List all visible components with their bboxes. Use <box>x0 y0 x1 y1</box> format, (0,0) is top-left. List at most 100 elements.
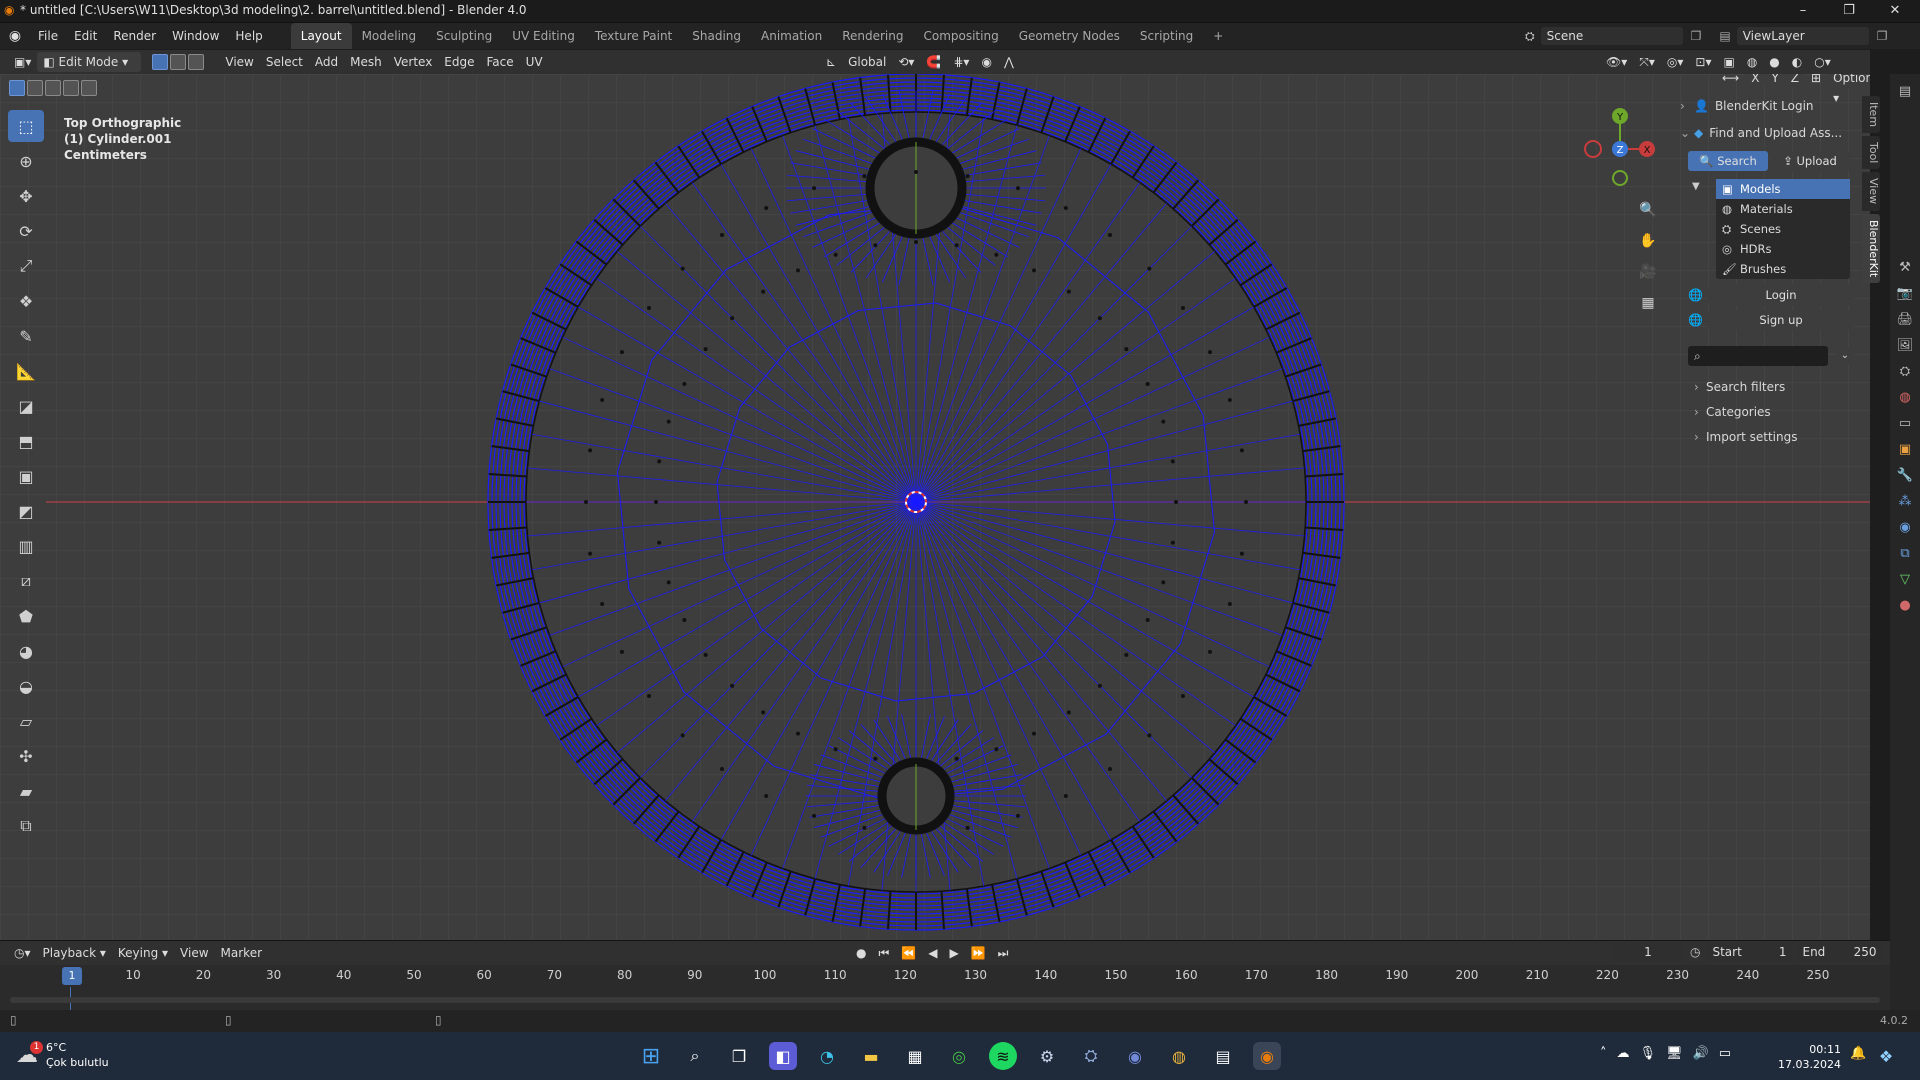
current-frame-field[interactable]: 1 <box>1612 943 1684 961</box>
rotate-tool-icon[interactable]: ⟳ <box>8 215 44 247</box>
cursor-tool-icon[interactable]: ⊕ <box>8 145 44 177</box>
jump-end-icon[interactable]: ⏭ <box>992 943 1015 963</box>
file-explorer-icon[interactable]: ▬ <box>857 1042 885 1070</box>
asset-type-models[interactable]: ▣ Models <box>1716 179 1850 199</box>
tab-view[interactable]: View <box>1862 172 1880 211</box>
scale-tool-icon[interactable]: ⤢ <box>8 250 44 282</box>
tab-layout[interactable]: Layout <box>290 23 352 49</box>
rendered-shading-icon[interactable]: ○▾ <box>1808 52 1837 72</box>
maximize-button[interactable]: ❐ <box>1826 0 1872 22</box>
microphone-icon[interactable]: 🎙 <box>1640 1046 1657 1061</box>
end-frame-field[interactable]: End 250 <box>1796 943 1883 961</box>
menu-face[interactable]: Face <box>481 52 520 72</box>
tab-uv-editing[interactable]: UV Editing <box>502 23 585 49</box>
visibility-icon[interactable]: 👁▾ <box>1600 52 1633 72</box>
3d-viewport[interactable]: ⟷ X Y Z ⊞ Options ▾ Top Orthographic (1)… <box>0 74 1870 940</box>
inset-tool-icon[interactable]: ▣ <box>8 460 44 492</box>
vertex-select-button[interactable] <box>152 54 169 70</box>
blender-menu-icon[interactable]: ◉ <box>0 28 30 44</box>
timeline-editor-type-icon[interactable]: ◷▾ <box>8 943 37 963</box>
close-button[interactable]: ✕ <box>1872 0 1918 22</box>
minimize-button[interactable]: – <box>1780 0 1826 22</box>
copilot-icon[interactable]: ❖ <box>1872 1042 1900 1070</box>
search-tab-button[interactable]: 🔍 Search <box>1688 151 1768 171</box>
poly-build-tool-icon[interactable]: ⬟ <box>8 600 44 632</box>
play-icon[interactable]: ▶ <box>943 943 964 963</box>
tab-rendering[interactable]: Rendering <box>832 23 913 49</box>
render-properties-icon[interactable]: 📷 <box>1897 286 1913 301</box>
navigation-gizmo[interactable]: Y X Z <box>1575 104 1665 194</box>
record-icon[interactable]: ● <box>850 943 872 963</box>
move-tool-icon[interactable]: ✥ <box>8 180 44 212</box>
teams-icon[interactable]: ◧ <box>769 1042 797 1070</box>
onedrive-icon[interactable]: ☁ <box>1617 1046 1630 1061</box>
asset-search-field[interactable] <box>1700 349 1815 363</box>
ortho-grid-icon[interactable]: ▦ <box>1634 289 1662 317</box>
extrude-tool-icon[interactable]: ⬒ <box>8 425 44 457</box>
collection-properties-icon[interactable]: ▭ <box>1899 416 1911 431</box>
new-viewlayer-icon[interactable]: ❐ <box>1877 29 1888 43</box>
snap-target-icon[interactable]: ⋕▾ <box>947 52 975 72</box>
bevel-tool-icon[interactable]: ◩ <box>8 495 44 527</box>
knife-tool-icon[interactable]: ⧄ <box>8 565 44 597</box>
smooth-tool-icon[interactable]: ◒ <box>8 670 44 702</box>
shear-tool-icon[interactable]: ▰ <box>8 775 44 807</box>
menu-edge[interactable]: Edge <box>438 52 480 72</box>
asset-search-input[interactable]: ⌕ <box>1688 346 1828 366</box>
tab-sculpting[interactable]: Sculpting <box>426 23 502 49</box>
physics-properties-icon[interactable]: ◉ <box>1899 520 1910 535</box>
upload-tab-button[interactable]: ⇪ Upload <box>1770 151 1850 171</box>
menu-edit[interactable]: Edit <box>66 23 105 49</box>
zoom-icon[interactable]: 🔍 <box>1634 196 1662 224</box>
preview-range-icon[interactable]: ◷ <box>1690 945 1700 959</box>
tab-compositing[interactable]: Compositing <box>913 23 1008 49</box>
constraints-properties-icon[interactable]: ⧉ <box>1900 546 1909 561</box>
mesh-edit-overlay-icon[interactable]: ⊡▾ <box>1689 52 1717 72</box>
viewlayer-field[interactable]: ViewLayer <box>1736 27 1869 45</box>
edge-slide-tool-icon[interactable]: ▱ <box>8 705 44 737</box>
menu-keying[interactable]: Keying ▾ <box>112 943 174 963</box>
clock[interactable]: 00:11 17.03.2024 <box>1778 1042 1841 1072</box>
tool-properties-icon[interactable]: ⚒ <box>1899 260 1911 275</box>
menu-add[interactable]: Add <box>309 52 344 72</box>
jump-start-icon[interactable]: ⏮ <box>872 943 895 963</box>
menu-vertex[interactable]: Vertex <box>388 52 439 72</box>
asset-type-hdrs[interactable]: ◎ HDRs <box>1716 239 1850 259</box>
microsoft-store-icon[interactable]: ▦ <box>901 1042 929 1070</box>
menu-marker[interactable]: Marker <box>215 943 268 963</box>
object-properties-icon[interactable]: ▣ <box>1899 442 1911 457</box>
menu-help[interactable]: Help <box>227 23 270 49</box>
wireframe-shading-icon[interactable]: ◍ <box>1741 52 1763 72</box>
data-properties-icon[interactable]: ▽ <box>1900 572 1910 587</box>
menu-mesh[interactable]: Mesh <box>344 52 388 72</box>
find-upload-panel[interactable]: ⌄ ◆ Find and Upload Ass... <box>1680 123 1875 143</box>
tab-geometry-nodes[interactable]: Geometry Nodes <box>1009 23 1130 49</box>
add-workspace-button[interactable]: + <box>1203 23 1233 49</box>
start-frame-field[interactable]: Start 1 <box>1706 943 1793 961</box>
scene-field[interactable]: Scene <box>1540 27 1683 45</box>
menu-view[interactable]: View <box>219 52 259 72</box>
modifier-properties-icon[interactable]: 🔧 <box>1897 468 1913 483</box>
transform-tool-icon[interactable]: ❖ <box>8 285 44 317</box>
battery-icon[interactable]: ▭ <box>1719 1046 1731 1061</box>
particles-properties-icon[interactable]: ⁂ <box>1899 494 1912 509</box>
asset-type-materials[interactable]: ◍ Materials <box>1716 199 1850 219</box>
falloff-icon[interactable]: ⋀ <box>998 52 1020 72</box>
menu-file[interactable]: File <box>30 23 66 49</box>
tab-animation[interactable]: Animation <box>751 23 832 49</box>
import-settings-panel[interactable]: › Import settings <box>1694 428 1875 446</box>
measure-tool-icon[interactable]: 📐 <box>8 355 44 387</box>
spotify-icon[interactable]: ≋ <box>989 1042 1017 1070</box>
jump-keyframe-back-icon[interactable]: ⏪ <box>895 943 922 963</box>
blender-taskbar-icon[interactable]: ◉ <box>1253 1042 1281 1070</box>
asset-type-scenes[interactable]: ⛭ Scenes <box>1716 219 1850 239</box>
playhead[interactable]: 1 <box>62 967 82 985</box>
categories-panel[interactable]: › Categories <box>1694 403 1875 421</box>
pivot-point-icon[interactable]: ⟲▾ <box>892 52 920 72</box>
blenderkit-login-panel[interactable]: › 👤 BlenderKit Login <box>1680 96 1875 116</box>
annotate-tool-icon[interactable]: ✎ <box>8 320 44 352</box>
tab-shading[interactable]: Shading <box>682 23 751 49</box>
solid-shading-icon[interactable]: ● <box>1763 52 1785 72</box>
material-properties-icon[interactable]: ● <box>1899 598 1910 613</box>
mesh-canvas[interactable] <box>0 74 1870 940</box>
